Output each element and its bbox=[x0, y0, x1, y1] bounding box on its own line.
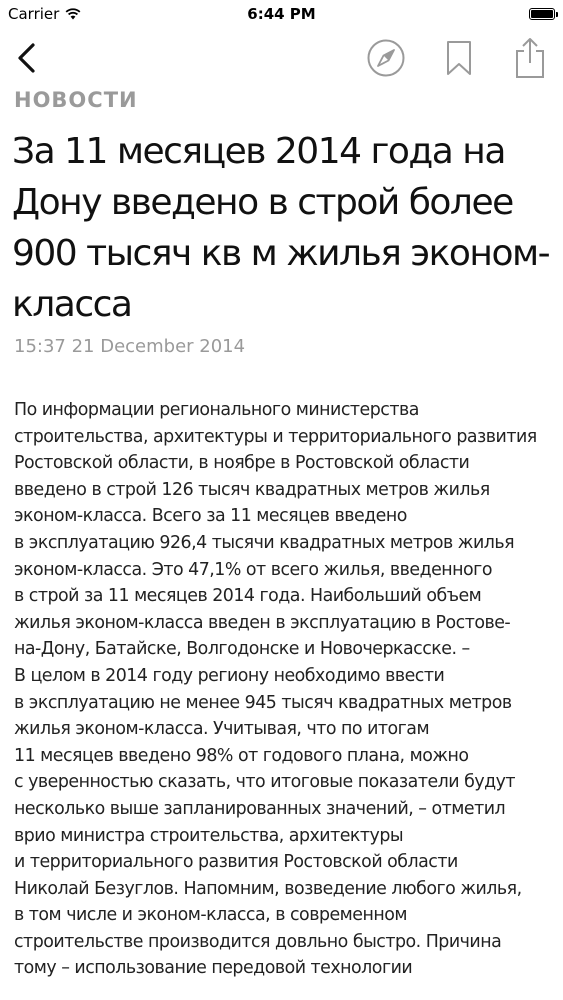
article-timestamp: 15:37 21 December 2014 bbox=[14, 336, 246, 357]
battery-icon bbox=[529, 8, 558, 20]
compass-icon bbox=[367, 39, 405, 77]
status-time: 6:44 PM bbox=[247, 5, 316, 23]
share-icon bbox=[516, 38, 544, 78]
article-category: НОВОСТИ bbox=[14, 88, 138, 112]
compass-button[interactable] bbox=[362, 34, 410, 82]
article-title: За 11 месяцев 2014 года на Дону введено … bbox=[12, 131, 551, 325]
status-bar: Carrier 6:44 PM bbox=[0, 0, 563, 30]
back-button[interactable] bbox=[2, 34, 50, 82]
chevron-left-icon bbox=[18, 43, 35, 73]
bookmark-icon bbox=[447, 41, 471, 75]
bookmark-button[interactable] bbox=[435, 34, 483, 82]
navigation-bar bbox=[0, 30, 563, 86]
battery-level bbox=[531, 10, 553, 18]
article-body: По информации регионального министерства… bbox=[14, 400, 537, 979]
share-button[interactable] bbox=[506, 34, 554, 82]
